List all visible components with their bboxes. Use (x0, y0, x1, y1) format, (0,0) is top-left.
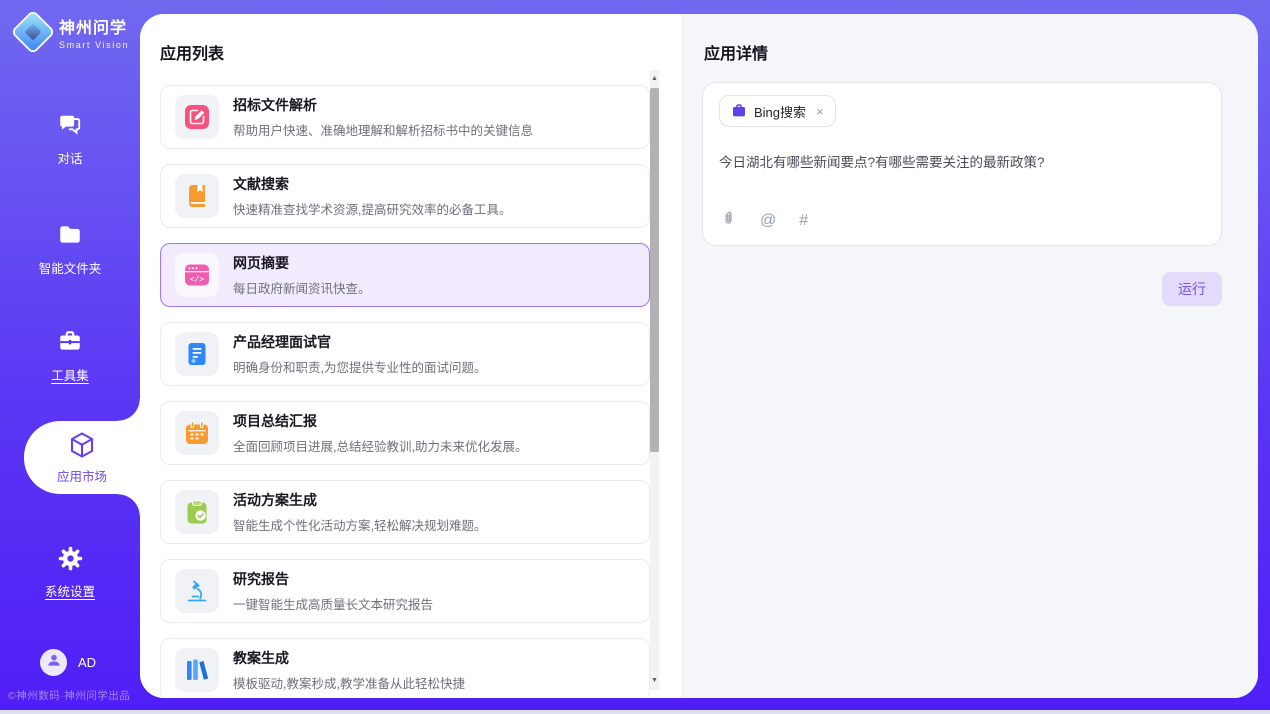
tool-tag[interactable]: Bing搜索 × (719, 95, 836, 127)
chat-icon (55, 110, 85, 140)
page-bottom-edge (0, 710, 1270, 714)
app-card-name: 文献搜索 (233, 174, 511, 194)
user-profile[interactable]: AD (40, 649, 96, 676)
app-card-iconbox: </> (175, 253, 219, 297)
prompt-input[interactable]: 今日湖北有哪些新闻要点?有哪些需要关注的最新政策? (719, 153, 1205, 173)
sidebar-item-app-market[interactable]: 应用市场 (24, 421, 140, 494)
app-card[interactable]: 研究报告 一键智能生成高质量长文本研究报告 (160, 559, 650, 623)
app-card-iconbox (175, 569, 219, 613)
app-card-iconbox (175, 95, 219, 139)
folder-icon (55, 220, 85, 250)
app-card-desc: 模板驱动,教案秒成,教学准备从此轻松快捷 (233, 673, 465, 692)
cube-icon (67, 430, 97, 460)
sidebar-item-chat[interactable]: 对话 (0, 110, 140, 167)
sidebar-item-toolset[interactable]: 工具集 (0, 327, 140, 384)
brand-logo-icon (16, 15, 50, 49)
app-card-name: 网页摘要 (233, 253, 371, 273)
run-row: 运行 (702, 272, 1222, 306)
app-card-desc: 智能生成个性化活动方案,轻松解决规划难题。 (233, 515, 486, 534)
hash-icon[interactable]: # (799, 213, 808, 229)
app-card[interactable]: 招标文件解析 帮助用户快速、准确地理解和解析招标书中的关键信息 (160, 85, 650, 149)
main-container: 应用列表 招标文件解析 帮助用户快速、准确地理解和解析招标书中的关键信息 文献搜… (140, 14, 1258, 698)
app-list: 招标文件解析 帮助用户快速、准确地理解和解析招标书中的关键信息 文献搜索 快速精… (160, 85, 650, 696)
sidebar: 神州问学 Smart Vision 对话 智能文件夹 工具集 应用市场 系统设置… (0, 0, 140, 714)
tag-close-icon[interactable]: × (816, 104, 824, 119)
toolbox-icon (55, 327, 85, 357)
app-list-panel: 应用列表 招标文件解析 帮助用户快速、准确地理解和解析招标书中的关键信息 文献搜… (140, 14, 682, 698)
app-card-name: 项目总结汇报 (233, 411, 527, 431)
mention-icon[interactable]: @ (760, 213, 776, 229)
app-card-desc: 明确身份和职责,为您提供专业性的面试问题。 (233, 357, 486, 376)
svg-text:</>: </> (190, 275, 205, 284)
clipboard-icon (184, 499, 210, 525)
app-card[interactable]: 教案生成 模板驱动,教案秒成,教学准备从此轻松快捷 (160, 638, 650, 696)
copyright: ©神州数码·神州问学出品 (8, 688, 130, 703)
edit-icon (184, 104, 210, 130)
app-card-name: 研究报告 (233, 569, 433, 589)
app-card-desc: 快速精准查找学术资源,提高研究效率的必备工具。 (233, 199, 511, 218)
calendar-icon (184, 420, 210, 446)
app-card-name: 教案生成 (233, 648, 465, 668)
browser-icon: </> (184, 262, 210, 288)
app-card-desc: 全面回顾项目进展,总结经验教训,助力未来优化发展。 (233, 436, 527, 455)
scrollbar-up-icon[interactable]: ▲ (650, 74, 659, 84)
app-card-iconbox (175, 490, 219, 534)
brand-logo: 神州问学 Smart Vision (16, 14, 129, 50)
brand-name: 神州问学 (59, 14, 129, 38)
app-card-name: 产品经理面试官 (233, 332, 486, 352)
app-card[interactable]: 文献搜索 快速精准查找学术资源,提高研究效率的必备工具。 (160, 164, 650, 228)
sidebar-item-smart-folders[interactable]: 智能文件夹 (0, 220, 140, 277)
app-detail-title: 应用详情 (704, 40, 768, 64)
brand-subtitle: Smart Vision (59, 40, 129, 50)
app-card-name: 招标文件解析 (233, 95, 533, 115)
app-card[interactable]: 活动方案生成 智能生成个性化活动方案,轻松解决规划难题。 (160, 480, 650, 544)
scrollbar[interactable]: ▲ ▼ (650, 70, 659, 690)
person-icon (46, 652, 62, 673)
user-name: AD (78, 655, 96, 670)
scrollbar-down-icon[interactable]: ▼ (650, 676, 659, 686)
app-card-desc: 每日政府新闻资讯快查。 (233, 278, 371, 297)
app-card-desc: 一键智能生成高质量长文本研究报告 (233, 594, 433, 613)
book-icon (184, 183, 210, 209)
app-detail-panel: 应用详情 Bing搜索 × 今日湖北有哪些新闻要点?有哪些需要关注的最新政策? … (683, 14, 1258, 698)
tool-tag-label: Bing搜索 (754, 102, 806, 121)
interview-icon (184, 341, 210, 367)
paperclip-icon[interactable] (720, 210, 737, 232)
app-card-name: 活动方案生成 (233, 490, 486, 510)
scrollbar-thumb[interactable] (650, 88, 659, 452)
prompt-card[interactable]: Bing搜索 × 今日湖北有哪些新闻要点?有哪些需要关注的最新政策? @ # (702, 82, 1222, 246)
avatar (40, 649, 67, 676)
app-card-desc: 帮助用户快速、准确地理解和解析招标书中的关键信息 (233, 120, 533, 139)
app-card-iconbox (175, 174, 219, 218)
app-card[interactable]: 产品经理面试官 明确身份和职责,为您提供专业性的面试问题。 (160, 322, 650, 386)
app-card[interactable]: 项目总结汇报 全面回顾项目进展,总结经验教训,助力未来优化发展。 (160, 401, 650, 465)
app-card-iconbox (175, 648, 219, 692)
briefcase-icon (731, 103, 747, 119)
gear-icon (55, 543, 85, 573)
microscope-icon (184, 578, 210, 604)
app-list-title: 应用列表 (160, 40, 224, 64)
app-card-iconbox (175, 332, 219, 376)
app-card-iconbox (175, 411, 219, 455)
books-icon (184, 657, 210, 683)
app-card[interactable]: </> 网页摘要 每日政府新闻资讯快查。 (160, 243, 650, 307)
prompt-toolbar: @ # (720, 210, 808, 232)
run-button[interactable]: 运行 (1162, 272, 1222, 306)
sidebar-item-system-settings[interactable]: 系统设置 (0, 543, 140, 600)
